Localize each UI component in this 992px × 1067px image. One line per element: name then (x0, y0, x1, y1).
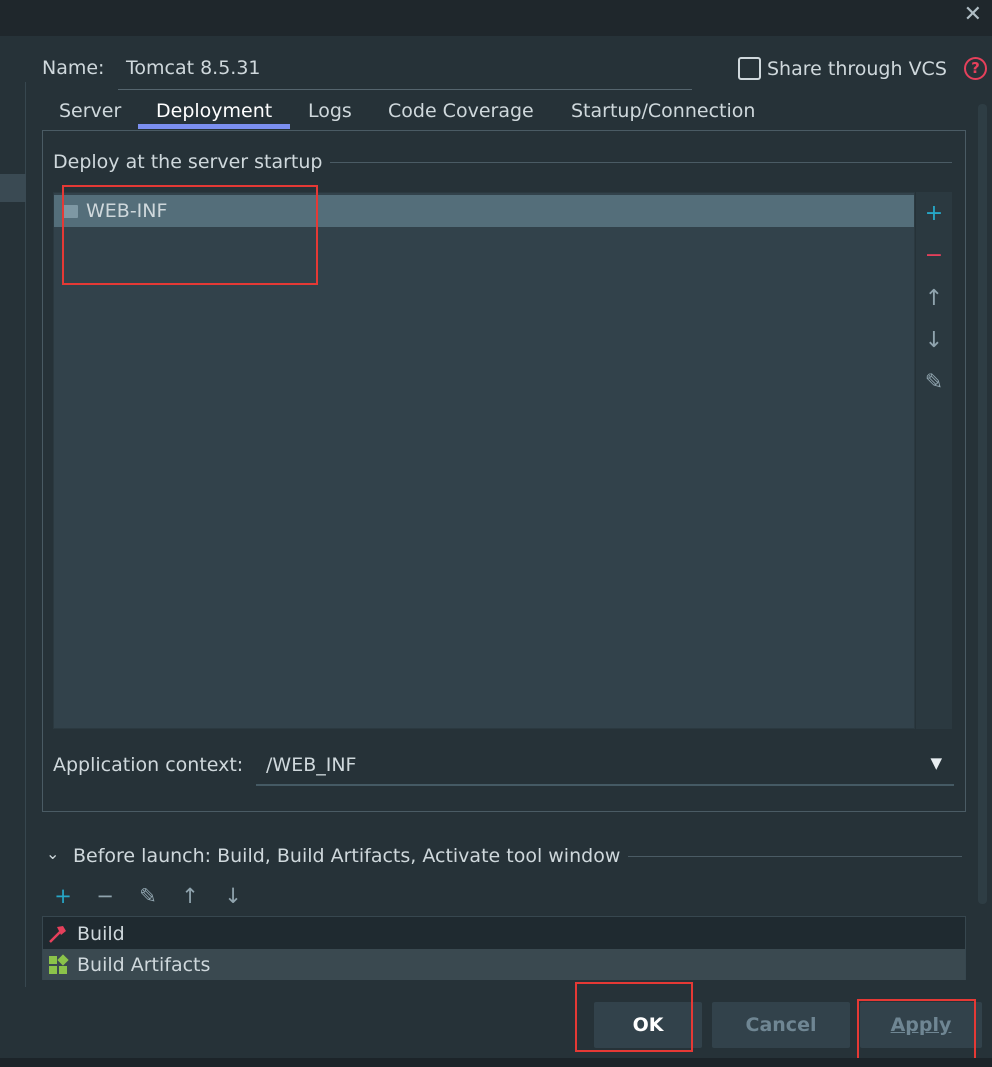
apply-button-label: Apply (890, 1014, 952, 1036)
name-field[interactable]: Tomcat 8.5.31 (118, 52, 692, 90)
add-icon[interactable]: + (42, 880, 84, 912)
tab-logs[interactable]: Logs (308, 100, 352, 122)
deploy-toolbar: + − ↑ ↓ ✎ (916, 192, 952, 729)
app-context-label: Application context: (53, 754, 244, 776)
dropdown-arrow-icon[interactable]: ▼ (930, 754, 942, 772)
tab-code-coverage[interactable]: Code Coverage (388, 100, 534, 122)
name-label: Name: (42, 57, 105, 79)
configuration-tree-panel (0, 82, 26, 987)
add-icon[interactable]: + (916, 196, 952, 232)
move-down-icon[interactable]: ↓ (212, 880, 254, 912)
selected-config-item[interactable] (0, 174, 26, 202)
before-launch-list[interactable]: Build Build Artifacts (42, 916, 966, 980)
active-tab-indicator (138, 124, 290, 129)
help-icon[interactable]: ? (964, 57, 987, 80)
tab-startup-connection[interactable]: Startup/Connection (571, 100, 755, 122)
move-up-icon[interactable]: ↑ (916, 281, 952, 317)
list-item[interactable]: WEB-INF (54, 195, 914, 227)
move-up-icon[interactable]: ↑ (169, 880, 211, 912)
ok-button[interactable]: OK (594, 1002, 702, 1048)
artifacts-icon (49, 953, 69, 974)
list-item[interactable]: Build Artifacts (43, 949, 965, 980)
deploy-list[interactable]: WEB-INF (53, 192, 915, 729)
chevron-down-icon[interactable]: ⌄ (46, 844, 59, 863)
hammer-icon (49, 925, 66, 943)
window-bottom-edge (0, 1058, 992, 1067)
dialog-titlebar: ✕ (0, 0, 992, 36)
before-launch-title: Before launch: Build, Build Artifacts, A… (73, 845, 621, 867)
tab-server[interactable]: Server (59, 100, 121, 122)
share-vcs-option[interactable]: Share through VCS (738, 57, 947, 80)
list-item[interactable]: Build (43, 918, 965, 949)
list-item-label: WEB-INF (86, 200, 168, 222)
tab-deployment[interactable]: Deployment (156, 100, 272, 122)
cancel-button[interactable]: Cancel (712, 1002, 850, 1048)
share-vcs-checkbox[interactable] (738, 57, 761, 80)
app-context-value: /WEB_INF (266, 754, 357, 776)
apply-button[interactable]: Apply (860, 1002, 982, 1048)
list-item-label: Build Artifacts (77, 953, 211, 976)
share-vcs-label[interactable]: Share through VCS (767, 58, 947, 80)
list-item-label: Build (77, 922, 125, 945)
remove-icon[interactable]: − (84, 880, 126, 912)
close-icon[interactable]: ✕ (964, 2, 982, 27)
move-down-icon[interactable]: ↓ (916, 323, 952, 359)
app-context-combobox[interactable]: /WEB_INF ▼ (256, 748, 954, 786)
edit-icon[interactable]: ✎ (127, 880, 169, 912)
edit-icon[interactable]: ✎ (916, 365, 952, 401)
folder-icon (62, 204, 78, 218)
group-divider (325, 162, 952, 163)
vertical-scrollbar[interactable] (978, 104, 987, 904)
remove-icon[interactable]: − (916, 238, 952, 274)
before-launch-divider (628, 856, 962, 857)
deploy-group-title: Deploy at the server startup (53, 151, 331, 173)
